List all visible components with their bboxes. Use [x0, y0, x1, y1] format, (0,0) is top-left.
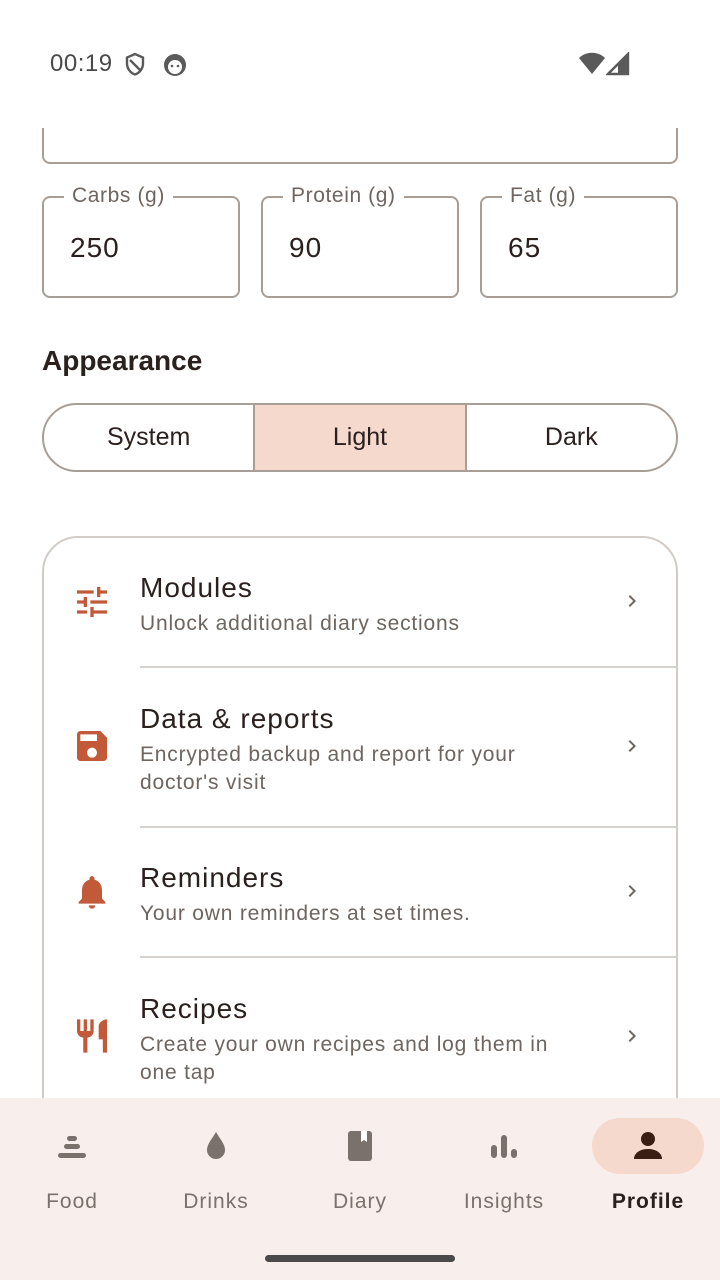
chevron-right-icon — [628, 740, 636, 752]
nav-label-drinks: Drinks — [183, 1190, 249, 1213]
cat-face-icon — [164, 54, 186, 76]
appearance-option-dark[interactable]: Dark — [464, 405, 676, 470]
data-reports-title: Data & reports — [140, 703, 335, 734]
carbs-value: 250 — [70, 232, 120, 263]
fat-label: Fat (g) — [502, 184, 585, 208]
nav-item-drinks[interactable]: Drinks — [144, 1118, 288, 1228]
nav-label-food: Food — [46, 1190, 98, 1213]
tune-sliders-icon — [77, 587, 107, 617]
home-indicator[interactable] — [265, 1255, 455, 1262]
data-reports-subtitle: Encrypted backup and report for your doc… — [140, 743, 516, 794]
recipes-subtitle: Create your own recipes and log them in … — [140, 1033, 549, 1084]
modules-subtitle: Unlock additional diary sections — [140, 612, 460, 635]
appearance-option-light[interactable]: Light — [253, 405, 465, 470]
settings-item-modules[interactable]: Modules Unlock additional diary sections — [44, 538, 676, 666]
chevron-right-icon — [628, 595, 636, 607]
protein-field[interactable]: Protein (g) 90 — [261, 184, 459, 298]
recipes-title: Recipes — [140, 993, 249, 1024]
wifi-icon — [579, 52, 605, 74]
nav-label-diary: Diary — [332, 1190, 387, 1213]
fat-field[interactable]: Fat (g) 65 — [480, 184, 678, 298]
bell-icon — [78, 876, 106, 909]
shield-icon — [125, 52, 145, 76]
food-stack-icon — [58, 1136, 86, 1158]
restaurant-icon — [77, 1019, 107, 1053]
settings-item-data-reports[interactable]: Data & reports Encrypted backup and repo… — [44, 668, 676, 826]
nav-item-diary[interactable]: Diary — [288, 1118, 432, 1228]
nav-item-insights[interactable]: Insights — [432, 1118, 576, 1228]
signal-icon — [606, 52, 630, 76]
nav-label-insights: Insights — [463, 1190, 545, 1213]
protein-label: Protein (g) — [283, 184, 404, 208]
settings-item-reminders[interactable]: Reminders Your own reminders at set time… — [44, 828, 676, 958]
drop-icon — [207, 1132, 225, 1159]
person-icon — [634, 1132, 662, 1159]
settings-card: Modules Unlock additional diary sections… — [42, 536, 678, 1098]
chevron-right-icon — [628, 885, 636, 897]
bar-chart-icon — [491, 1135, 517, 1158]
carbs-field[interactable]: Carbs (g) 250 — [42, 184, 240, 298]
save-icon — [77, 731, 107, 761]
reminders-title: Reminders — [140, 862, 285, 893]
nav-label-profile: Profile — [611, 1190, 685, 1213]
status-bar: 00:19 — [0, 0, 720, 128]
nav-item-food[interactable]: Food — [0, 1118, 144, 1228]
reminders-subtitle: Your own reminders at set times. — [140, 902, 471, 925]
status-time: 00:19 — [50, 50, 113, 77]
diary-icon — [348, 1131, 372, 1161]
modules-title: Modules — [140, 572, 253, 603]
chevron-right-icon — [628, 1030, 636, 1042]
fat-value: 65 — [508, 232, 542, 263]
bottom-navigation: Food Drinks Diary Insights Profile — [0, 1098, 720, 1280]
appearance-title: Appearance — [42, 345, 203, 376]
carbs-label: Carbs (g) — [64, 184, 173, 208]
appearance-option-system[interactable]: System — [44, 405, 253, 470]
settings-item-recipes[interactable]: Recipes Create your own recipes and log … — [44, 958, 676, 1098]
nav-item-profile[interactable]: Profile — [576, 1118, 720, 1228]
protein-value: 90 — [289, 232, 323, 263]
profile-content[interactable]: Carbs (g) 250 Protein (g) 90 Fat (g) 65 … — [0, 0, 720, 1098]
appearance-selector: System Light Dark — [42, 403, 678, 472]
